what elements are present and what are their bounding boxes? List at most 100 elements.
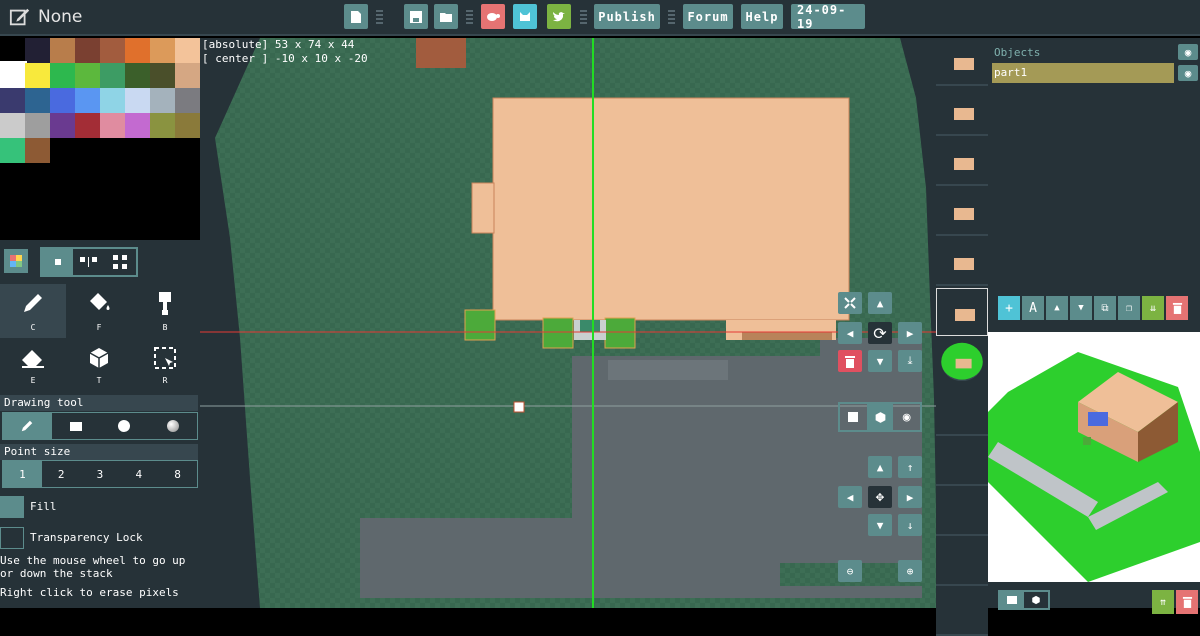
layer-thumbnail[interactable] (936, 388, 988, 436)
palette-swatch[interactable] (150, 88, 175, 113)
tool-fill[interactable]: F (66, 284, 132, 338)
fill-checkbox[interactable] (0, 496, 24, 518)
layer-thumbnail[interactable] (936, 188, 988, 236)
version-button[interactable]: 24-09-19 (791, 3, 865, 31)
publish-button[interactable]: Publish (594, 4, 660, 29)
palette-swatch[interactable] (150, 113, 175, 138)
palette-swatch[interactable] (0, 113, 25, 138)
forum-button[interactable]: Forum (683, 4, 733, 29)
left-button[interactable]: ◀ (838, 322, 862, 344)
help-button[interactable]: Help (741, 4, 783, 29)
move-object-down-button[interactable]: ▼ (1070, 296, 1092, 320)
save-button[interactable] (404, 4, 428, 29)
palette-toggle-button[interactable] (4, 249, 28, 273)
layer-thumbnail[interactable] (936, 588, 988, 636)
move-top-button[interactable]: ↑ (898, 456, 922, 478)
open-button[interactable] (434, 4, 458, 29)
palette-swatch[interactable] (75, 38, 100, 63)
delete-object-button[interactable] (1166, 296, 1188, 320)
palette-swatch[interactable] (75, 88, 100, 113)
toggle-all-visibility-button[interactable]: ◉ (1178, 44, 1198, 60)
layer-thumbnail[interactable] (936, 488, 988, 536)
palette-swatch[interactable] (150, 38, 175, 63)
expand-up-button[interactable]: ⇈ (1152, 590, 1174, 614)
layer-thumbnail[interactable] (936, 138, 988, 186)
palette-swatch[interactable] (0, 88, 25, 113)
voxel-canvas[interactable]: [absolute] 53 x 74 x 44[ center ] -10 x … (200, 38, 936, 608)
toggle-visibility-button[interactable]: ◉ (1178, 65, 1198, 81)
palette-swatch[interactable] (75, 63, 100, 88)
palette-swatch[interactable] (125, 38, 150, 63)
rotate-button[interactable]: ⟳ (868, 322, 892, 344)
layer-thumbnail[interactable] (941, 342, 983, 382)
draw-circle-option[interactable] (100, 413, 149, 439)
palette-swatch[interactable] (50, 63, 75, 88)
point-size-option[interactable]: 2 (42, 461, 81, 487)
symmetry-none-option[interactable] (42, 249, 74, 275)
transparency-lock-checkbox[interactable] (0, 527, 24, 549)
palette-swatch[interactable] (100, 88, 125, 113)
delete-button[interactable] (838, 350, 862, 372)
move-up-button[interactable]: ▲ (868, 456, 892, 478)
new-file-button[interactable] (344, 4, 368, 29)
zoom-out-button[interactable]: ⊖ (838, 560, 862, 582)
palette-swatch[interactable] (25, 63, 50, 88)
palette-swatch[interactable] (25, 138, 50, 163)
symmetry-mirror-option[interactable] (73, 249, 104, 275)
preview-cube-option[interactable] (1024, 592, 1048, 608)
collapse-button[interactable] (838, 292, 862, 314)
layer-thumbnail[interactable] (936, 288, 988, 336)
share-button[interactable] (481, 4, 505, 29)
palette-swatch[interactable] (175, 63, 200, 88)
move-bottom-button[interactable]: ↓ (898, 514, 922, 536)
move-button[interactable]: ✥ (868, 486, 892, 508)
layer-thumbnail[interactable] (936, 88, 988, 136)
palette-swatch[interactable] (25, 88, 50, 113)
layer-thumbnail[interactable] (936, 238, 988, 286)
preview-image-option[interactable] (1000, 592, 1024, 608)
merge-all-button[interactable]: ⇊ (1142, 296, 1164, 320)
palette-swatch[interactable] (0, 61, 27, 90)
tool-pencil[interactable]: C (0, 284, 66, 338)
palette-swatch[interactable] (50, 88, 75, 113)
zoom-in-button[interactable]: ⊕ (898, 560, 922, 582)
cat-button[interactable] (513, 4, 537, 29)
palette-swatch[interactable] (150, 63, 175, 88)
layer-thumbnail[interactable] (936, 38, 988, 86)
layer-thumbnail[interactable] (936, 538, 988, 586)
view-iso-option[interactable] (866, 404, 894, 430)
tool-select[interactable]: R (132, 338, 198, 392)
draw-pencil-option[interactable] (3, 413, 52, 439)
palette-swatch[interactable] (175, 88, 200, 113)
move-object-up-button[interactable]: ▲ (1046, 296, 1068, 320)
palette-swatch[interactable] (175, 38, 200, 63)
palette-swatch[interactable] (25, 38, 50, 63)
tool-brush[interactable]: B (132, 284, 198, 338)
palette-swatch[interactable] (100, 38, 125, 63)
download-button[interactable]: ⤓ (898, 350, 922, 372)
object-item[interactable]: part1 (992, 63, 1174, 83)
palette-swatch[interactable] (50, 38, 75, 63)
layer-thumbnail[interactable] (936, 438, 988, 486)
move-down-button[interactable]: ▼ (868, 514, 892, 536)
palette-swatch[interactable] (0, 38, 25, 63)
move-right-button[interactable]: ▶ (898, 486, 922, 508)
point-size-option[interactable]: 4 (119, 461, 158, 487)
palette-swatch[interactable] (75, 113, 100, 138)
palette-swatch[interactable] (125, 88, 150, 113)
clear-button[interactable] (1176, 590, 1198, 614)
draw-sphere-option[interactable] (149, 413, 198, 439)
point-size-option[interactable]: 1 (3, 461, 42, 487)
view-flat-option[interactable] (840, 404, 867, 430)
twitter-button[interactable] (547, 4, 571, 29)
rename-object-button[interactable]: A (1022, 296, 1044, 320)
duplicate-object-button[interactable]: ❐ (1118, 296, 1140, 320)
palette-swatch[interactable] (175, 113, 200, 138)
move-left-button[interactable]: ◀ (838, 486, 862, 508)
palette-swatch[interactable] (25, 113, 50, 138)
view-globe-option[interactable]: ◉ (893, 404, 920, 430)
symmetry-quad-option[interactable] (105, 249, 136, 275)
draw-rectangle-option[interactable] (52, 413, 101, 439)
add-object-button[interactable]: + (998, 296, 1020, 320)
merge-down-button[interactable]: ⧉ (1094, 296, 1116, 320)
